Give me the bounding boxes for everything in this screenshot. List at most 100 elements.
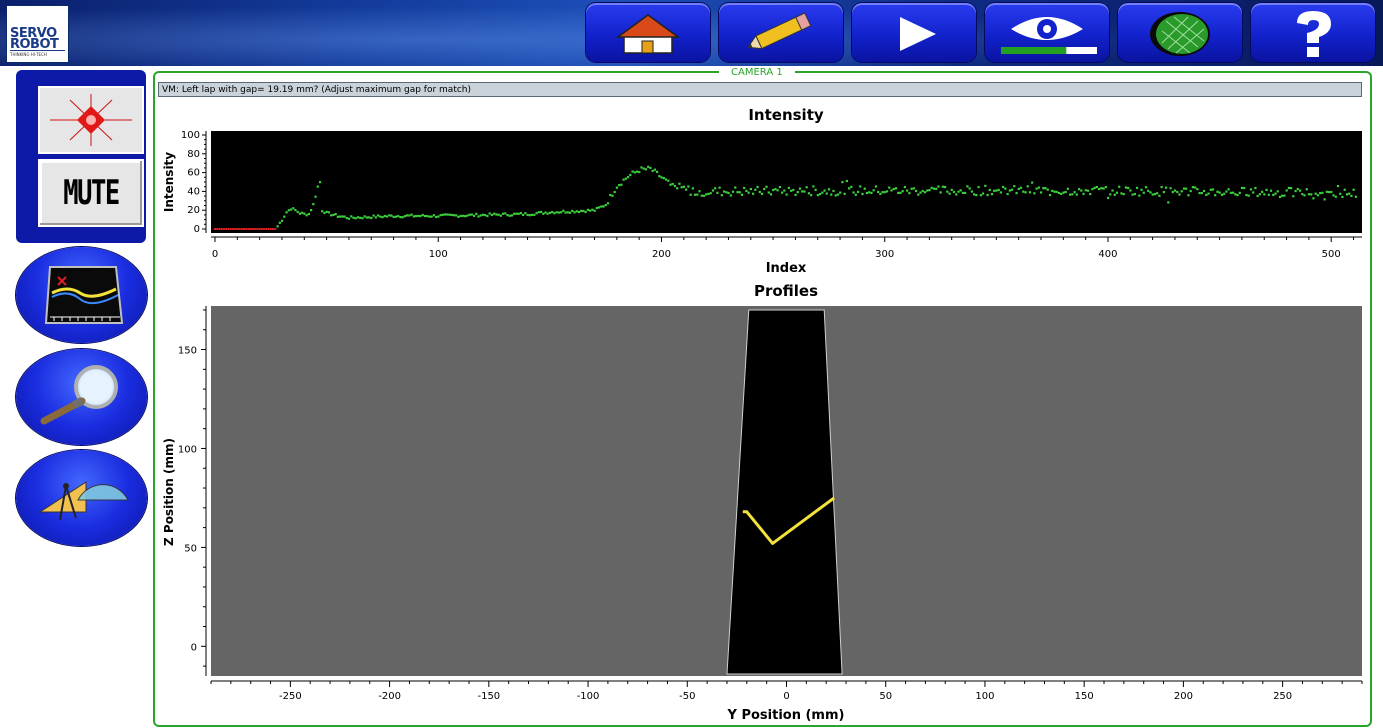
intensity-point [1015,192,1018,195]
intensity-point [702,194,706,197]
intensity-point [321,210,324,213]
intensity-point [522,213,525,217]
profile-view-button[interactable] [16,247,147,343]
intensity-point [535,212,538,215]
profiles-y-axis-label: Z Position (mm) [162,438,176,546]
intensity-point [1131,193,1134,196]
intensity-point [1265,188,1268,191]
intensity-point [1109,193,1112,196]
intensity-point [1062,191,1065,194]
intensity-point [606,202,610,205]
view-button[interactable] [985,3,1109,62]
intensity-point [515,212,518,215]
zoom-button[interactable] [16,349,147,445]
intensity-point [323,211,326,215]
intensity-point [343,215,346,218]
intensity-point [385,215,389,218]
intensity-point [966,185,969,188]
intensity-point [792,188,795,192]
intensity-point [1022,190,1025,193]
intensity-point [970,190,973,193]
intensity-point [1026,185,1029,188]
intensity-point [553,212,556,215]
intensity-point [839,191,842,194]
intensity-point [381,216,384,219]
help-button[interactable] [1251,3,1375,62]
intensity-point [1006,192,1009,196]
intensity-masked-point [269,228,272,230]
intensity-point [783,189,786,192]
intensity-point [1100,187,1103,190]
intensity-point [1010,188,1014,191]
intensity-x-axis-label: Index [766,261,807,276]
logo-tagline: THINKING HI-TECH [10,52,47,57]
intensity-point [421,213,424,217]
intensity-point [1037,186,1040,189]
intensity-point [644,168,648,171]
intensity-point [877,190,880,194]
intensity-masked-point [240,228,243,230]
intensity-point [1209,188,1212,191]
intensity-point [667,179,670,182]
intensity-point [376,214,380,217]
intensity-point [546,212,549,215]
intensity-point [834,194,837,197]
intensity-point [1167,201,1170,204]
intensity-point [926,189,929,192]
mute-button[interactable]: MUTE [38,159,144,227]
intensity-point [441,213,444,216]
edit-button[interactable] [719,3,843,62]
intensity-point [1106,196,1110,200]
intensity-y-tick-label: 80 [187,149,200,160]
intensity-point [292,207,295,210]
intensity-point [830,193,833,196]
intensity-point [801,190,804,193]
intensity-point [504,212,507,215]
intensity-point [435,215,438,219]
intensity-point [999,191,1003,194]
intensity-point [1207,192,1210,195]
intensity-point [510,214,514,217]
servo-robot-logo: SERVO ROBOT THINKING HI-TECH [6,5,69,63]
mute-label: MUTE [63,173,120,213]
geometry-button[interactable] [16,450,147,546]
intensity-point [810,194,813,197]
intensity-point [490,213,494,217]
intensity-point [403,215,406,218]
intensity-point [312,203,315,206]
run-button[interactable] [852,3,976,62]
intensity-point [874,185,877,188]
intensity-point [653,168,656,171]
intensity-masked-point [256,228,259,230]
network-button[interactable] [1118,3,1242,62]
intensity-masked-point [272,228,275,230]
intensity-point [957,190,960,193]
intensity-point [466,214,469,217]
intensity-point [1319,192,1322,195]
intensity-point [394,215,398,218]
intensity-point [464,215,467,218]
home-button[interactable] [586,3,710,62]
intensity-point [426,215,429,218]
intensity-point [359,216,362,219]
laser-button[interactable] [38,86,144,154]
intensity-point [1205,193,1208,197]
intensity-point [1220,193,1224,196]
intensity-point [517,212,520,215]
intensity-point [993,189,996,192]
intensity-point [513,212,516,215]
intensity-point [1198,191,1201,195]
intensity-point [885,190,889,193]
intensity-point [437,215,440,218]
intensity-point [1098,187,1101,191]
intensity-point [814,188,817,191]
intensity-point [448,213,451,216]
intensity-masked-point [238,228,241,230]
intensity-point [852,191,855,194]
intensity-point [1180,190,1183,193]
intensity-point [1069,193,1072,196]
intensity-point [785,193,788,196]
camera-label: CAMERA 1 [719,67,795,79]
intensity-point [519,212,523,215]
intensity-point [1218,191,1221,194]
